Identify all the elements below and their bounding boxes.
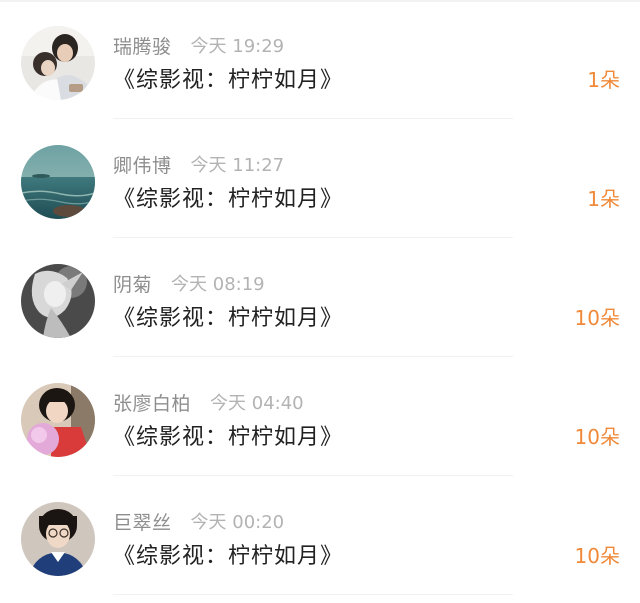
list-item[interactable]: 张廖白柏 今天 04:40 《综影视：柠柠如月》 10朵 (0, 357, 640, 476)
timestamp: 今天 19:29 (190, 36, 285, 57)
timestamp: 今天 00:20 (190, 512, 285, 533)
book-title[interactable]: 《综影视：柠柠如月》 (113, 62, 343, 94)
book-title[interactable]: 《综影视：柠柠如月》 (113, 419, 343, 451)
item-meta: 卿伟博 今天 11:27 (113, 149, 284, 179)
avatar[interactable] (21, 26, 95, 100)
timestamp: 今天 04:40 (210, 393, 304, 414)
user-name[interactable]: 瑞腾骏 (113, 32, 172, 59)
gift-count: 10朵 (574, 544, 620, 568)
gift-count: 10朵 (574, 425, 620, 449)
item-divider (113, 594, 513, 595)
user-name[interactable]: 巨翠丝 (113, 508, 172, 535)
book-title[interactable]: 《综影视：柠柠如月》 (113, 538, 343, 570)
avatar[interactable] (21, 145, 95, 219)
list-item[interactable]: 阴菊 今天 08:19 《综影视：柠柠如月》 10朵 (0, 238, 640, 357)
avatar-image (21, 502, 95, 576)
gift-count: 10朵 (574, 306, 620, 330)
list-item[interactable]: 巨翠丝 今天 00:20 《综影视：柠柠如月》 10朵 (0, 476, 640, 595)
avatar[interactable] (21, 264, 95, 338)
timestamp: 今天 11:27 (190, 155, 285, 176)
avatar-image (21, 383, 95, 457)
avatar[interactable] (21, 502, 95, 576)
item-meta: 张廖白柏 今天 04:40 (113, 387, 304, 417)
avatar[interactable] (21, 383, 95, 457)
gift-count: 1朵 (587, 187, 620, 211)
timestamp: 今天 08:19 (171, 274, 265, 295)
user-name[interactable]: 卿伟博 (113, 151, 172, 178)
item-meta: 阴菊 今天 08:19 (113, 268, 265, 298)
book-title[interactable]: 《综影视：柠柠如月》 (113, 181, 343, 213)
user-name[interactable]: 张廖白柏 (113, 389, 191, 416)
user-name[interactable]: 阴菊 (113, 270, 152, 297)
gift-count: 1朵 (587, 68, 620, 92)
book-title[interactable]: 《综影视：柠柠如月》 (113, 300, 343, 332)
avatar-image (21, 26, 95, 100)
item-meta: 巨翠丝 今天 00:20 (113, 506, 284, 536)
item-meta: 瑞腾骏 今天 19:29 (113, 30, 284, 60)
list-item[interactable]: 卿伟博 今天 11:27 《综影视：柠柠如月》 1朵 (0, 119, 640, 238)
avatar-image (21, 145, 95, 219)
avatar-image (21, 264, 95, 338)
gift-record-list: 瑞腾骏 今天 19:29 《综影视：柠柠如月》 1朵 卿伟博 今天 11:27 … (0, 0, 640, 595)
list-item[interactable]: 瑞腾骏 今天 19:29 《综影视：柠柠如月》 1朵 (0, 0, 640, 119)
